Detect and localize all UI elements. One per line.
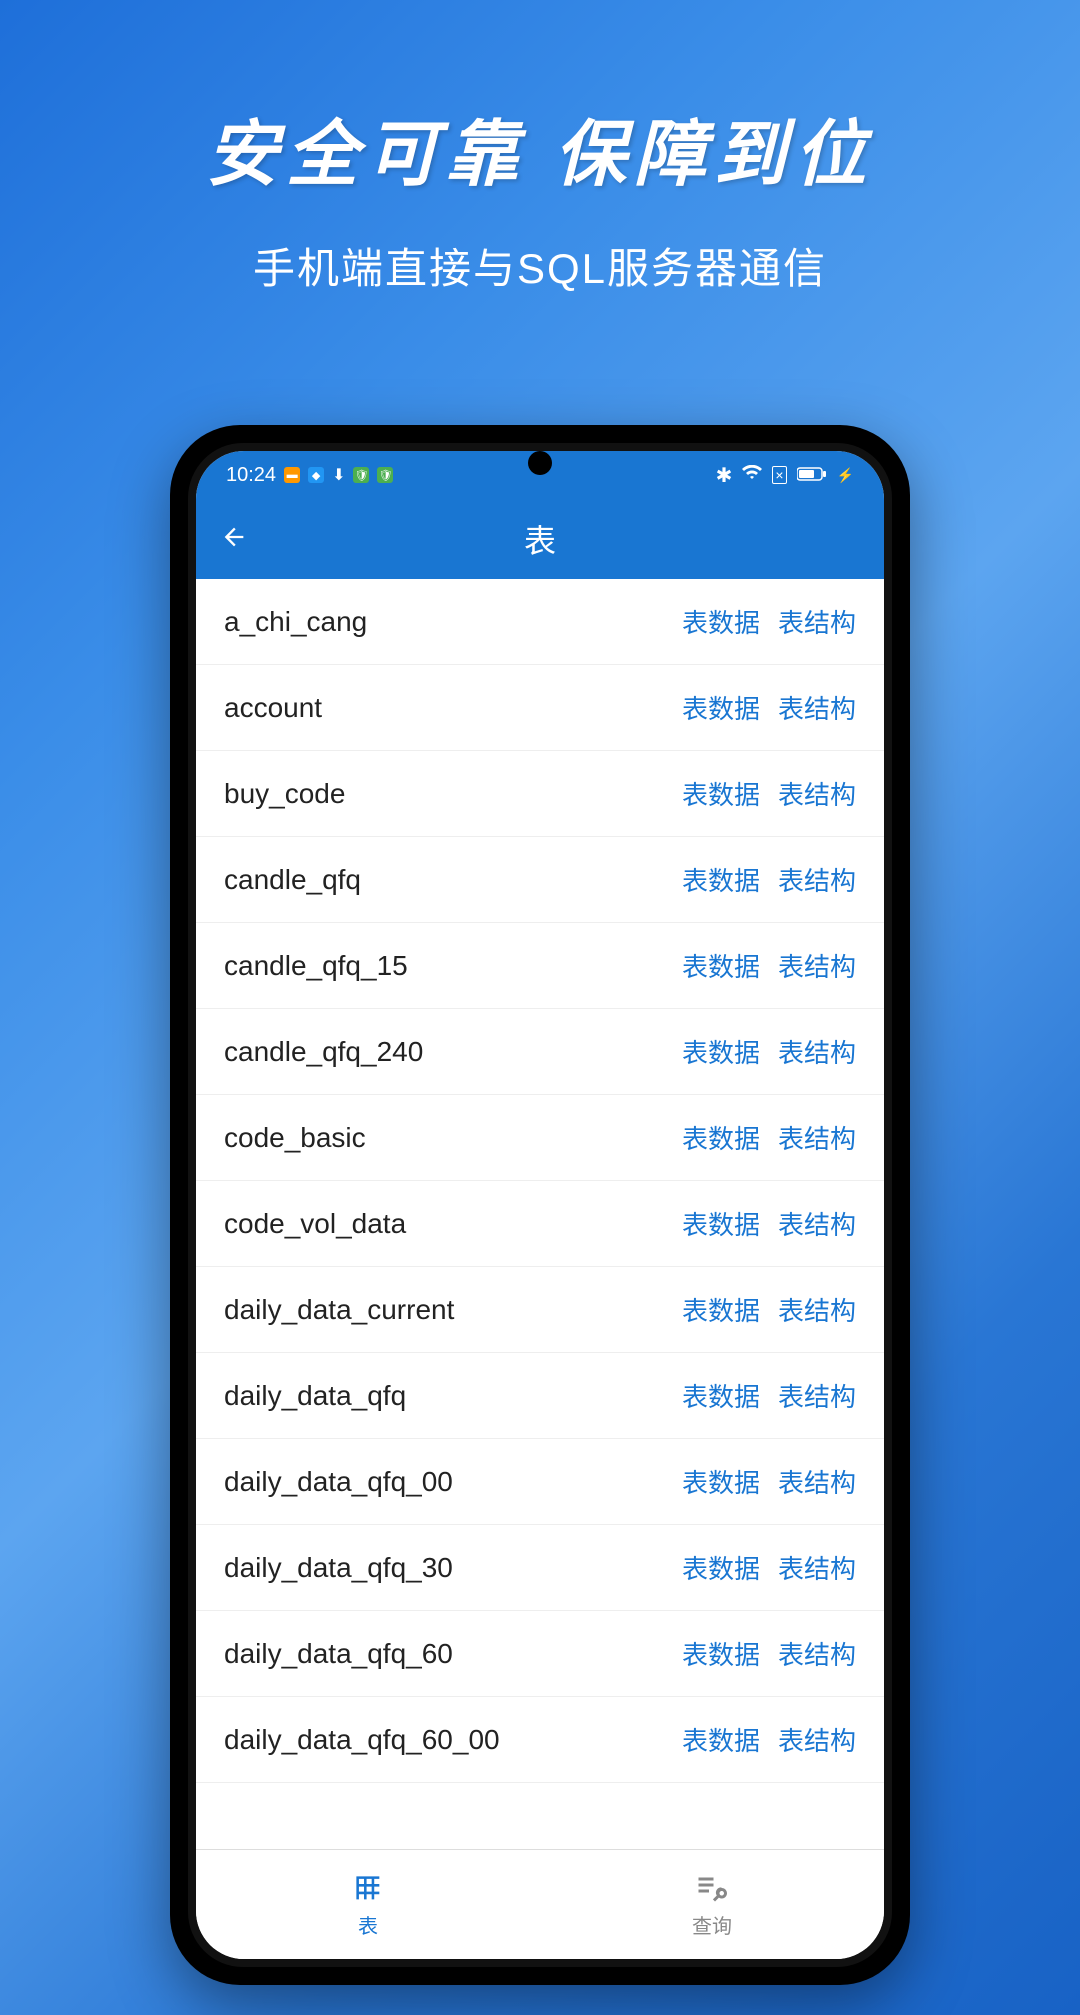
table-name: buy_code bbox=[224, 778, 345, 810]
table-actions: 表数据表结构 bbox=[682, 1377, 856, 1414]
table-structure-link[interactable]: 表结构 bbox=[778, 1549, 856, 1586]
back-button[interactable] bbox=[220, 518, 248, 560]
table-name: code_vol_data bbox=[224, 1208, 406, 1240]
nav-tab-tables-label: 表 bbox=[358, 1910, 378, 1939]
shield-icon-2: 🛡 bbox=[377, 467, 393, 483]
table-row: account 表数据表结构 bbox=[196, 665, 884, 751]
nav-tab-query-label: 查询 bbox=[692, 1910, 732, 1939]
table-structure-link[interactable]: 表结构 bbox=[778, 689, 856, 726]
charging-icon: ⚡ bbox=[837, 467, 854, 484]
table-row: candle_qfq 表数据表结构 bbox=[196, 837, 884, 923]
table-actions: 表数据表结构 bbox=[682, 947, 856, 984]
table-actions: 表数据表结构 bbox=[682, 603, 856, 640]
table-name: daily_data_qfq_60 bbox=[224, 1638, 453, 1670]
table-data-link[interactable]: 表数据 bbox=[682, 1635, 760, 1672]
nav-bar: 表 bbox=[196, 499, 884, 579]
table-data-link[interactable]: 表数据 bbox=[682, 1463, 760, 1500]
nav-tab-tables[interactable]: 表 bbox=[196, 1850, 540, 1959]
grid-icon bbox=[350, 1870, 386, 1906]
table-structure-link[interactable]: 表结构 bbox=[778, 1721, 856, 1758]
table-name: daily_data_qfq_30 bbox=[224, 1552, 453, 1584]
table-data-link[interactable]: 表数据 bbox=[682, 1119, 760, 1156]
table-structure-link[interactable]: 表结构 bbox=[778, 1119, 856, 1156]
phone-frame: 10:24 ▬ ◆ ⬇ 🛡 🛡 ✱ × ⚡ bbox=[170, 425, 910, 1985]
table-row: daily_data_current 表数据表结构 bbox=[196, 1267, 884, 1353]
table-structure-link[interactable]: 表结构 bbox=[778, 1635, 856, 1672]
table-name: daily_data_current bbox=[224, 1294, 454, 1326]
table-structure-link[interactable]: 表结构 bbox=[778, 775, 856, 812]
table-data-link[interactable]: 表数据 bbox=[682, 1033, 760, 1070]
table-actions: 表数据表结构 bbox=[682, 1721, 856, 1758]
table-structure-link[interactable]: 表结构 bbox=[778, 1205, 856, 1242]
table-structure-link[interactable]: 表结构 bbox=[778, 1033, 856, 1070]
shield-icon-1: 🛡 bbox=[353, 467, 369, 483]
table-data-link[interactable]: 表数据 bbox=[682, 1549, 760, 1586]
table-actions: 表数据表结构 bbox=[682, 1635, 856, 1672]
table-structure-link[interactable]: 表结构 bbox=[778, 861, 856, 898]
status-time: 10:24 bbox=[226, 464, 276, 487]
search-list-icon bbox=[694, 1870, 730, 1906]
table-actions: 表数据表结构 bbox=[682, 1549, 856, 1586]
table-data-link[interactable]: 表数据 bbox=[682, 603, 760, 640]
table-data-link[interactable]: 表数据 bbox=[682, 1291, 760, 1328]
table-name: daily_data_qfq_00 bbox=[224, 1466, 453, 1498]
table-actions: 表数据表结构 bbox=[682, 775, 856, 812]
table-row: buy_code 表数据表结构 bbox=[196, 751, 884, 837]
table-actions: 表数据表结构 bbox=[682, 689, 856, 726]
nav-tab-query[interactable]: 查询 bbox=[540, 1850, 884, 1959]
promo-title: 安全可靠 保障到位 bbox=[0, 95, 1080, 200]
table-row: daily_data_qfq_30 表数据表结构 bbox=[196, 1525, 884, 1611]
table-row: daily_data_qfq 表数据表结构 bbox=[196, 1353, 884, 1439]
bottom-nav: 表 查询 bbox=[196, 1849, 884, 1959]
table-actions: 表数据表结构 bbox=[682, 1119, 856, 1156]
table-row: candle_qfq_15 表数据表结构 bbox=[196, 923, 884, 1009]
table-row: daily_data_qfq_00 表数据表结构 bbox=[196, 1439, 884, 1525]
table-structure-link[interactable]: 表结构 bbox=[778, 603, 856, 640]
table-data-link[interactable]: 表数据 bbox=[682, 1377, 760, 1414]
table-structure-link[interactable]: 表结构 bbox=[778, 1291, 856, 1328]
table-structure-link[interactable]: 表结构 bbox=[778, 1377, 856, 1414]
table-data-link[interactable]: 表数据 bbox=[682, 861, 760, 898]
table-name: code_basic bbox=[224, 1122, 366, 1154]
table-structure-link[interactable]: 表结构 bbox=[778, 1463, 856, 1500]
table-data-link[interactable]: 表数据 bbox=[682, 1205, 760, 1242]
table-list[interactable]: a_chi_cang表数据表结构account表数据表结构buy_code表数据… bbox=[196, 579, 884, 1849]
app-icon-2: ◆ bbox=[308, 467, 324, 483]
table-name: candle_qfq_15 bbox=[224, 950, 408, 982]
phone-notch bbox=[528, 451, 552, 475]
table-data-link[interactable]: 表数据 bbox=[682, 1721, 760, 1758]
app-icon-1: ▬ bbox=[284, 467, 300, 483]
table-structure-link[interactable]: 表结构 bbox=[778, 947, 856, 984]
notification-icon: ⬇ bbox=[332, 465, 345, 485]
page-title: 表 bbox=[196, 516, 884, 562]
wifi-icon bbox=[742, 464, 762, 487]
table-actions: 表数据表结构 bbox=[682, 1205, 856, 1242]
promo-subtitle: 手机端直接与SQL服务器通信 bbox=[0, 235, 1080, 296]
table-actions: 表数据表结构 bbox=[682, 1291, 856, 1328]
table-name: a_chi_cang bbox=[224, 606, 367, 638]
table-row: code_vol_data 表数据表结构 bbox=[196, 1181, 884, 1267]
table-name: candle_qfq bbox=[224, 864, 361, 896]
table-actions: 表数据表结构 bbox=[682, 861, 856, 898]
table-row: code_basic 表数据表结构 bbox=[196, 1095, 884, 1181]
table-actions: 表数据表结构 bbox=[682, 1033, 856, 1070]
battery-icon bbox=[797, 464, 827, 487]
table-name: daily_data_qfq bbox=[224, 1380, 406, 1412]
table-data-link[interactable]: 表数据 bbox=[682, 689, 760, 726]
table-data-link[interactable]: 表数据 bbox=[682, 947, 760, 984]
table-row: daily_data_qfq_60_00 表数据表结构 bbox=[196, 1697, 884, 1783]
sim-icon: × bbox=[772, 466, 786, 484]
table-name: account bbox=[224, 692, 322, 724]
table-row: candle_qfq_240 表数据表结构 bbox=[196, 1009, 884, 1095]
table-name: candle_qfq_240 bbox=[224, 1036, 423, 1068]
table-row: a_chi_cang 表数据表结构 bbox=[196, 579, 884, 665]
bluetooth-icon: ✱ bbox=[716, 463, 733, 488]
table-data-link[interactable]: 表数据 bbox=[682, 775, 760, 812]
table-row: daily_data_qfq_60 表数据表结构 bbox=[196, 1611, 884, 1697]
table-name: daily_data_qfq_60_00 bbox=[224, 1724, 500, 1756]
table-actions: 表数据表结构 bbox=[682, 1463, 856, 1500]
